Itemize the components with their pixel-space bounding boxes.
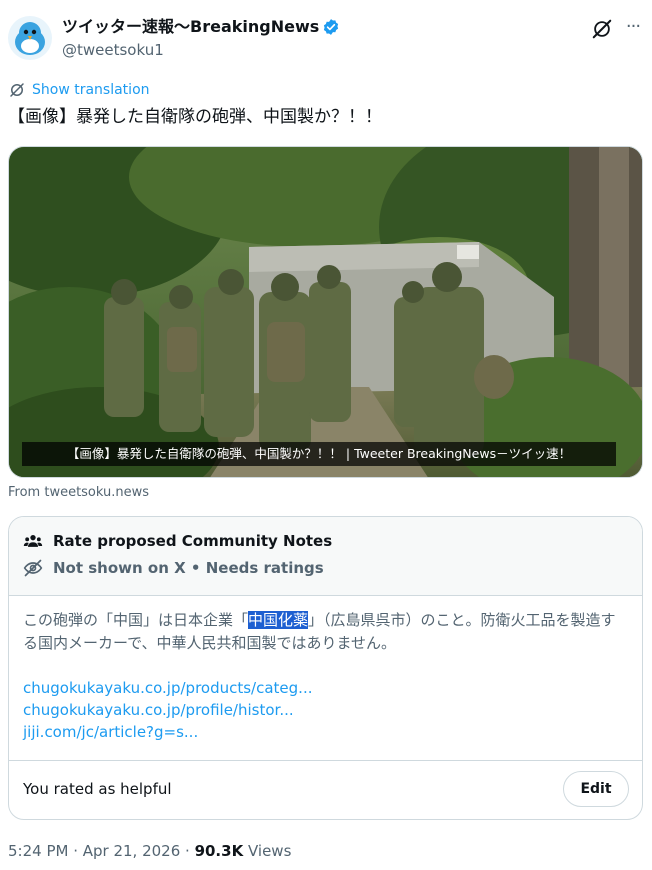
more-button[interactable]: ··· [622,16,644,38]
card-source[interactable]: From tweetsoku.news [8,484,149,502]
community-notes-header[interactable]: Rate proposed Community Notes Not shown … [9,517,642,596]
views-label: Views [243,842,292,860]
community-notes-status-row: Not shown on X • Needs ratings [23,558,324,578]
community-note-text: この砲弾の「中国」は日本企業「中国化薬」（広島県呉市）のこと。防衛火工品を製造す… [23,609,628,655]
grok-button[interactable] [591,18,613,40]
author-handle[interactable]: @tweetsoku1 [62,40,164,60]
soldiers-photo [9,147,642,477]
show-translation-label: Show translation [32,82,150,98]
community-notes-title-row: Rate proposed Community Notes [23,531,332,551]
tweet-text: 【画像】暴発した自衛隊の砲弾、中国製か？！！ [8,107,382,127]
more-icon: ··· [625,16,641,37]
bird-avatar-icon [8,16,52,60]
tweet-timestamp[interactable]: 5:24 PM · Apr 21, 2026 · [8,842,195,860]
people-icon [23,535,43,547]
community-notes-status: Not shown on X • Needs ratings [53,559,324,577]
media-caption: 【画像】暴発した自衛隊の砲弾、中国製か？！！ | Tweeter Breakin… [22,442,616,466]
note-link[interactable]: jiji.com/jc/article?g=s... [23,721,312,743]
edit-rating-button[interactable]: Edit [563,771,629,807]
note-text-before: この砲弾の「中国」は日本企業「 [23,611,249,629]
translate-icon [10,83,24,97]
tweet-meta: 5:24 PM · Apr 21, 2026 · 90.3K Views [8,840,291,862]
divider [9,760,642,761]
hidden-eye-icon [23,559,43,577]
author-name-text: ツイッター速報〜BreakingNews [62,17,320,36]
verified-badge-icon [324,19,339,35]
avatar[interactable] [8,16,52,60]
show-translation-link[interactable]: Show translation [8,80,150,100]
community-notes-card: Rate proposed Community Notes Not shown … [8,516,643,820]
grok-icon [592,19,612,39]
community-notes-title: Rate proposed Community Notes [53,532,333,550]
note-text-highlight: 中国化薬 [248,611,309,629]
note-link[interactable]: chugokukayaku.co.jp/profile/histor... [23,699,312,721]
rating-status: You rated as helpful [23,780,172,798]
note-links: chugokukayaku.co.jp/products/categ... ch… [23,677,312,743]
views-count: 90.3K [194,842,244,860]
note-link[interactable]: chugokukayaku.co.jp/products/categ... [23,677,312,699]
author-name[interactable]: ツイッター速報〜BreakingNews [62,16,340,38]
tweet-media-image[interactable] [8,146,643,478]
